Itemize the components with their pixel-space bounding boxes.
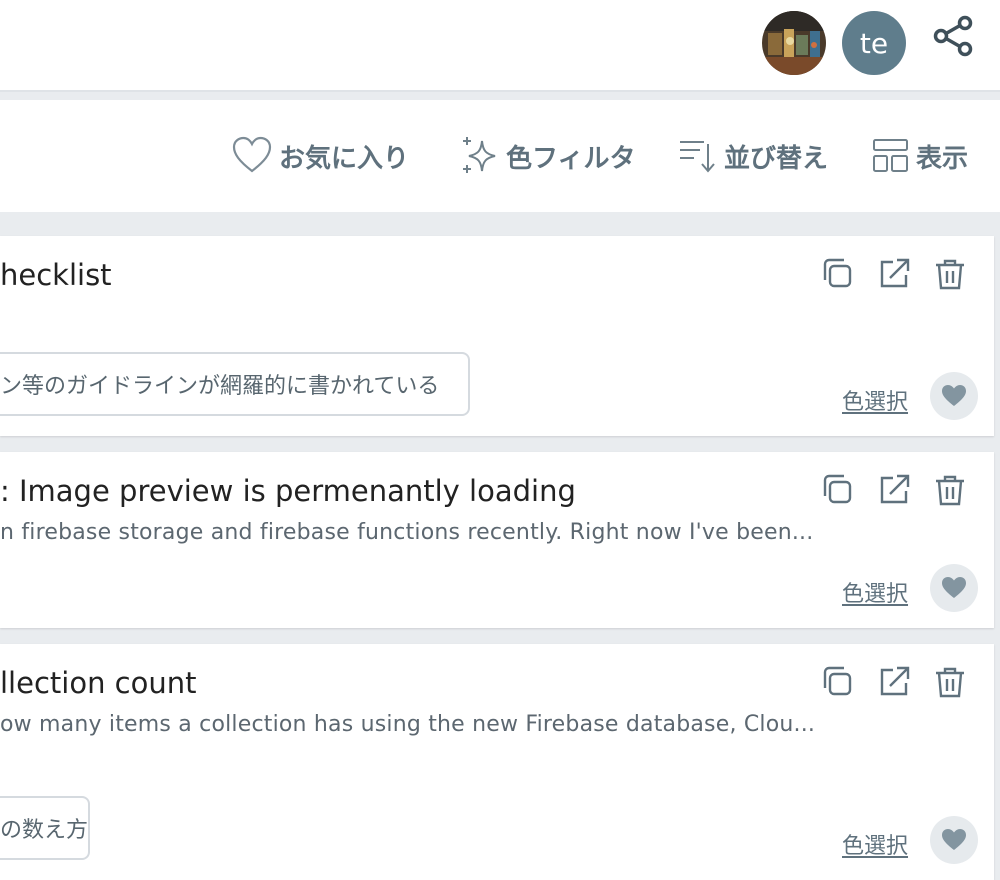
heart-outline-icon — [232, 136, 272, 173]
color-filter-label: 色フィルタ — [506, 143, 636, 174]
sort-icon — [680, 141, 715, 173]
card-description: ow many items a collection has using the… — [0, 712, 816, 737]
bookmark-card[interactable]: llection count ow many items a collectio… — [0, 644, 994, 880]
favorites-button[interactable]: お気に入り — [231, 134, 409, 178]
filter-toolbar: お気に入り 色フィルタ 並び替え 表示 — [0, 100, 1000, 212]
favorite-heart-button[interactable] — [930, 816, 978, 864]
copy-icon[interactable] — [820, 472, 856, 508]
card-description: n firebase storage and firebase function… — [0, 520, 814, 545]
user-initials-avatar[interactable]: te — [842, 11, 906, 75]
card-title[interactable]: llection count — [0, 666, 197, 700]
sort-button[interactable]: 並び替え — [678, 134, 828, 178]
favorite-heart-button[interactable] — [930, 564, 978, 612]
color-filter-button[interactable]: 色フィルタ — [460, 134, 635, 178]
card-title[interactable]: hecklist — [0, 258, 112, 292]
layout-icon — [873, 139, 908, 172]
external-link-icon[interactable] — [876, 256, 912, 292]
tag-chip[interactable]: の数え方 — [0, 796, 90, 860]
tag-label: の数え方 — [0, 818, 89, 843]
bookmark-card[interactable]: : Image preview is permenantly loading n… — [0, 452, 994, 628]
sparkle-icon — [463, 137, 496, 173]
card-title[interactable]: : Image preview is permenantly loading — [0, 474, 576, 508]
trash-icon[interactable] — [932, 664, 968, 700]
top-bar: te — [0, 0, 1000, 92]
external-link-icon[interactable] — [876, 472, 912, 508]
heart-icon — [942, 577, 966, 598]
heart-icon — [942, 829, 966, 850]
external-link-icon[interactable] — [876, 664, 912, 700]
color-select-link[interactable]: 色選択 — [842, 384, 908, 416]
share-icon[interactable] — [932, 14, 976, 58]
trash-icon[interactable] — [932, 256, 968, 292]
copy-icon[interactable] — [820, 664, 856, 700]
sort-label: 並び替え — [724, 143, 829, 174]
tag-chip[interactable]: ン等のガイドラインが網羅的に書かれている — [0, 352, 470, 416]
copy-icon[interactable] — [820, 256, 856, 292]
tag-label: ン等のガイドラインが網羅的に書かれている — [0, 374, 440, 399]
view-label: 表示 — [916, 143, 969, 174]
color-select-link[interactable]: 色選択 — [842, 828, 908, 860]
user-photo-avatar[interactable] — [762, 11, 826, 75]
trash-icon[interactable] — [932, 472, 968, 508]
bookmark-card[interactable]: hecklist ン等のガイドラインが網羅的に書かれている 色選択 — [0, 236, 994, 436]
favorites-label: お気に入り — [279, 143, 410, 174]
color-select-link[interactable]: 色選択 — [842, 576, 908, 608]
view-button[interactable]: 表示 — [872, 134, 968, 178]
favorite-heart-button[interactable] — [930, 372, 978, 420]
heart-icon — [942, 385, 966, 406]
